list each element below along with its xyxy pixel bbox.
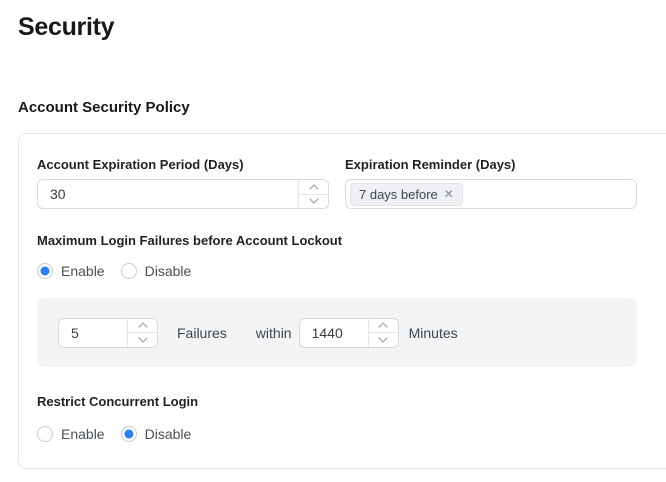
login-failures-enable-radio[interactable]: Enable (37, 263, 105, 279)
failures-spinner (127, 319, 157, 347)
security-settings-page: Security Account Security Policy Account… (0, 14, 666, 482)
failures-input-group (58, 318, 158, 348)
account-expiration-period-input-group (37, 179, 329, 209)
concurrent-login-radio-group: Enable Disable (37, 425, 666, 442)
concurrent-login-label: Restrict Concurrent Login (37, 394, 666, 410)
concurrent-login-disable-radio[interactable]: Disable (121, 426, 192, 442)
within-text: within (256, 325, 292, 341)
chevron-down-icon (138, 337, 148, 343)
login-failures-label: Maximum Login Failures before Account Lo… (37, 233, 666, 249)
radio-selected-icon[interactable] (37, 263, 53, 279)
chevron-down-icon (309, 198, 319, 204)
increment-button[interactable] (369, 319, 398, 334)
reminder-tag: 7 days before ✕ (350, 183, 463, 206)
reminder-tag-label: 7 days before (359, 187, 438, 202)
minutes-spinner (368, 319, 398, 347)
expiration-reminder-field: Expiration Reminder (Days) 7 days before… (345, 157, 637, 209)
expiration-reminder-input[interactable]: 7 days before ✕ (345, 179, 637, 209)
decrement-button[interactable] (369, 333, 398, 347)
chevron-down-icon (378, 337, 388, 343)
expiration-fields-row: Account Expiration Period (Days) Expirat… (37, 157, 666, 209)
minutes-input[interactable] (300, 319, 368, 347)
increment-button[interactable] (299, 180, 328, 195)
disable-radio-label[interactable]: Disable (145, 426, 192, 442)
login-failures-disable-radio[interactable]: Disable (121, 263, 192, 279)
disable-radio-label[interactable]: Disable (145, 263, 192, 279)
login-failures-radio-group: Enable Disable (37, 262, 666, 279)
expiration-reminder-label: Expiration Reminder (Days) (345, 157, 637, 173)
account-security-policy-card: Account Expiration Period (Days) Expirat… (18, 133, 666, 469)
radio-unselected-icon[interactable] (37, 426, 53, 442)
section-heading: Account Security Policy (18, 99, 666, 116)
chevron-up-icon (138, 322, 148, 328)
enable-radio-label[interactable]: Enable (61, 426, 105, 442)
enable-radio-label[interactable]: Enable (61, 263, 105, 279)
minutes-input-group (299, 318, 399, 348)
page-title: Security (18, 14, 666, 41)
failures-count-input[interactable] (59, 319, 127, 347)
minutes-unit-text: Minutes (409, 325, 458, 341)
chevron-up-icon (378, 322, 388, 328)
concurrent-login-enable-radio[interactable]: Enable (37, 426, 105, 442)
decrement-button[interactable] (299, 195, 328, 209)
lockout-settings-panel: Failures within Minutes (37, 298, 637, 367)
radio-selected-icon[interactable] (121, 426, 137, 442)
account-expiration-period-input[interactable] (38, 180, 298, 208)
increment-button[interactable] (128, 319, 157, 334)
account-expiration-period-label: Account Expiration Period (Days) (37, 157, 329, 173)
decrement-button[interactable] (128, 333, 157, 347)
account-expiration-period-spinner (298, 180, 328, 208)
tag-remove-icon[interactable]: ✕ (444, 188, 454, 200)
failures-unit-text: Failures (177, 325, 227, 341)
chevron-up-icon (309, 184, 319, 190)
account-expiration-period-field: Account Expiration Period (Days) (37, 157, 329, 209)
radio-unselected-icon[interactable] (121, 263, 137, 279)
